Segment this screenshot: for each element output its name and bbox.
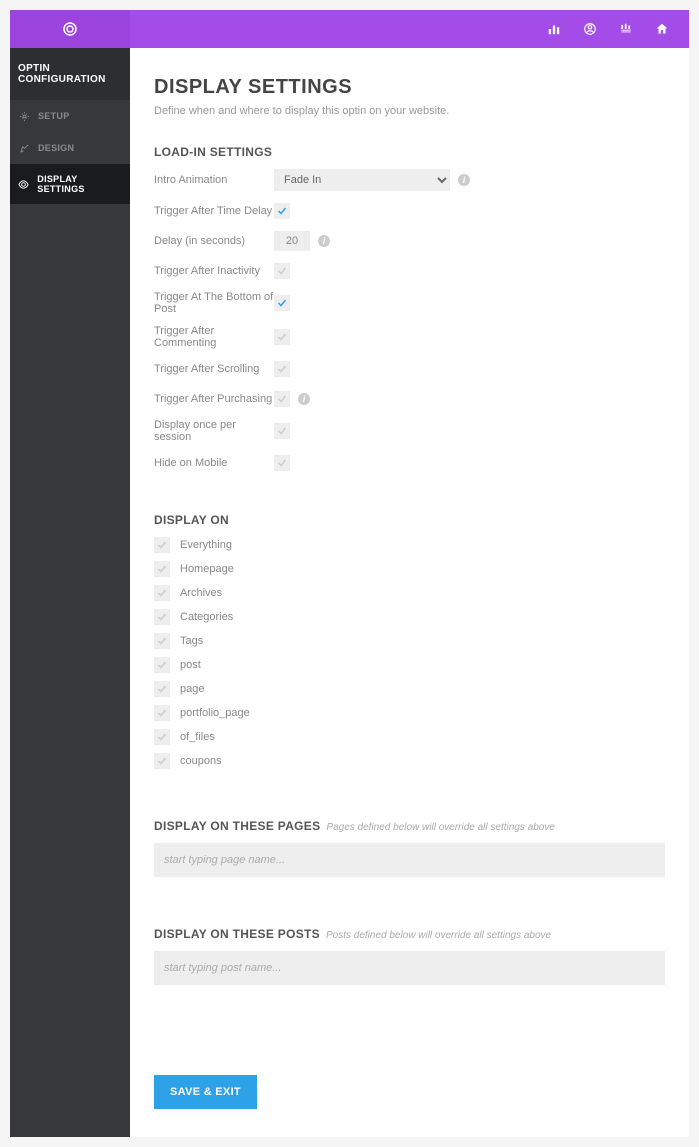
- display-item: Homepage: [154, 561, 665, 577]
- posts-section-title: DISPLAY ON THESE POSTS: [154, 927, 320, 941]
- displayon-section-title: DISPLAY ON: [154, 513, 665, 527]
- trigger-bottom-label: Trigger At The Bottom of Post: [154, 291, 274, 315]
- design-icon: [18, 142, 30, 154]
- trigger-time-label: Trigger After Time Delay: [154, 205, 274, 217]
- delay-input[interactable]: [274, 231, 310, 251]
- hide-mobile-checkbox[interactable]: [274, 455, 290, 471]
- display-item-label: Homepage: [180, 563, 234, 575]
- sidebar-item-label: DISPLAY SETTINGS: [37, 174, 122, 194]
- sidebar-header: OPTIN CONFIGURATION: [10, 48, 130, 100]
- display-item-label: post: [180, 659, 201, 671]
- display-item-label: page: [180, 683, 204, 695]
- displayon-homepage-checkbox[interactable]: [154, 561, 170, 577]
- user-icon[interactable]: [583, 22, 597, 36]
- trigger-scrolling-checkbox[interactable]: [274, 361, 290, 377]
- trigger-purchasing-label: Trigger After Purchasing: [154, 393, 274, 405]
- pages-hint: Pages defined below will override all se…: [326, 822, 554, 833]
- trigger-bottom-checkbox[interactable]: [274, 295, 290, 311]
- trigger-purchasing-checkbox[interactable]: [274, 391, 290, 407]
- trigger-time-checkbox[interactable]: [274, 203, 290, 219]
- displayon-archives-checkbox[interactable]: [154, 585, 170, 601]
- hide-mobile-label: Hide on Mobile: [154, 457, 274, 469]
- displayon-categories-checkbox[interactable]: [154, 609, 170, 625]
- display-item-label: coupons: [180, 755, 222, 767]
- sidebar-item-design[interactable]: DESIGN: [10, 132, 130, 164]
- sidebar-item-label: DESIGN: [38, 143, 74, 153]
- display-item-label: Categories: [180, 611, 233, 623]
- delay-label: Delay (in seconds): [154, 235, 274, 247]
- info-icon[interactable]: i: [318, 235, 330, 247]
- posts-input[interactable]: [154, 951, 665, 985]
- pages-section-title: DISPLAY ON THESE PAGES: [154, 819, 320, 833]
- logo-icon: [61, 20, 79, 38]
- page-subtitle: Define when and where to display this op…: [154, 105, 665, 117]
- display-item: page: [154, 681, 665, 697]
- display-item: Tags: [154, 633, 665, 649]
- display-item-label: portfolio_page: [180, 707, 250, 719]
- display-item: of_files: [154, 729, 665, 745]
- display-item-label: Everything: [180, 539, 232, 551]
- stats-icon[interactable]: [547, 22, 561, 36]
- displayon-tags-checkbox[interactable]: [154, 633, 170, 649]
- displayon-page-checkbox[interactable]: [154, 681, 170, 697]
- displayon-everything-checkbox[interactable]: [154, 537, 170, 553]
- display-icon: [18, 178, 29, 190]
- pages-input[interactable]: [154, 843, 665, 877]
- display-item: portfolio_page: [154, 705, 665, 721]
- display-once-checkbox[interactable]: [274, 423, 290, 439]
- gear-icon: [18, 110, 30, 122]
- config-icon[interactable]: [619, 22, 633, 36]
- trigger-inactivity-label: Trigger After Inactivity: [154, 265, 274, 277]
- trigger-inactivity-checkbox[interactable]: [274, 263, 290, 279]
- display-item-label: Tags: [180, 635, 203, 647]
- intro-animation-label: Intro Animation: [154, 174, 274, 186]
- displayon-coupons-checkbox[interactable]: [154, 753, 170, 769]
- display-item: Archives: [154, 585, 665, 601]
- sidebar-item-setup[interactable]: SETUP: [10, 100, 130, 132]
- page-title: DISPLAY SETTINGS: [154, 76, 665, 99]
- display-item: Categories: [154, 609, 665, 625]
- trigger-scrolling-label: Trigger After Scrolling: [154, 363, 274, 375]
- display-item-label: of_files: [180, 731, 215, 743]
- sidebar-item-label: SETUP: [38, 111, 70, 121]
- content-area: DISPLAY SETTINGS Define when and where t…: [130, 48, 689, 1137]
- intro-animation-select[interactable]: Fade In: [274, 169, 450, 191]
- display-once-label: Display once per session: [154, 419, 274, 443]
- display-item: post: [154, 657, 665, 673]
- displayon-portfolio-checkbox[interactable]: [154, 705, 170, 721]
- info-icon[interactable]: i: [458, 174, 470, 186]
- topbar: [10, 10, 689, 48]
- trigger-commenting-label: Trigger After Commenting: [154, 325, 274, 349]
- home-icon[interactable]: [655, 22, 669, 36]
- sidebar-item-display-settings[interactable]: DISPLAY SETTINGS: [10, 164, 130, 204]
- logo-area: [10, 10, 130, 48]
- displayon-offiles-checkbox[interactable]: [154, 729, 170, 745]
- posts-hint: Posts defined below will override all se…: [326, 930, 551, 941]
- display-item: coupons: [154, 753, 665, 769]
- info-icon[interactable]: i: [298, 393, 310, 405]
- sidebar: OPTIN CONFIGURATION SETUP DESIGN DISPLAY…: [10, 48, 130, 1137]
- save-exit-button[interactable]: SAVE & EXIT: [154, 1075, 257, 1109]
- display-item: Everything: [154, 537, 665, 553]
- trigger-commenting-checkbox[interactable]: [274, 329, 290, 345]
- display-item-label: Archives: [180, 587, 222, 599]
- displayon-post-checkbox[interactable]: [154, 657, 170, 673]
- loadin-section-title: LOAD-IN SETTINGS: [154, 145, 665, 159]
